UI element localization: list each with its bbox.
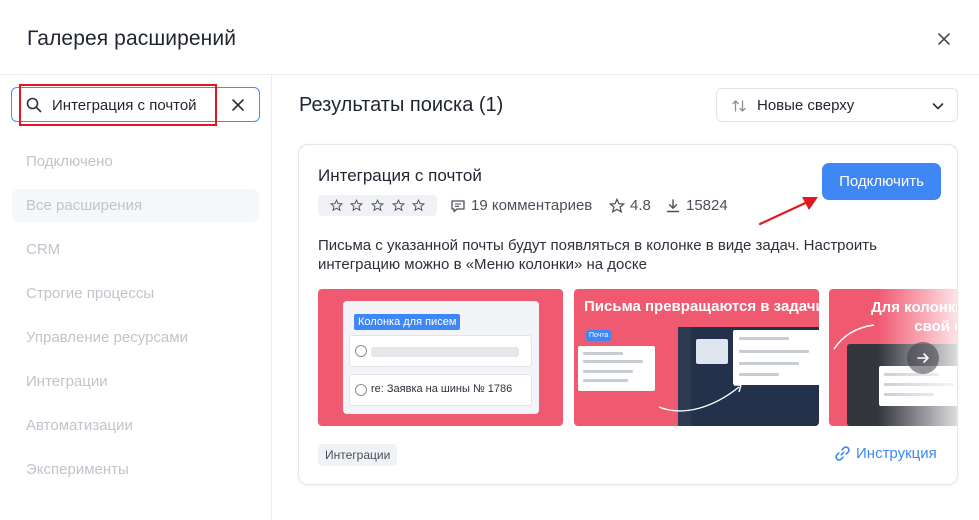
star-icon[interactable] [350, 199, 364, 212]
star-icon [609, 197, 625, 213]
star-icon[interactable] [391, 199, 405, 212]
link-icon [835, 446, 850, 461]
arrow-right-icon[interactable] [916, 351, 930, 365]
task-row-text: re: Заявка на шины № 1786 [371, 383, 513, 395]
comment-icon [451, 199, 465, 212]
placeholder-bar [371, 347, 519, 357]
sidebar-item-crm[interactable]: CRM [12, 233, 259, 266]
comments-count[interactable]: 19 комментариев [450, 197, 592, 214]
sort-selected-label: Новые сверху [757, 97, 855, 114]
search-highlight-annotation [19, 84, 217, 126]
task-row: re: Заявка на шины № 1786 [349, 374, 532, 406]
instruction-label: Инструкция [856, 445, 937, 462]
screenshot-2[interactable]: Письма превращаются в задачи Почта [574, 289, 819, 426]
comments-label: 19 комментариев [471, 197, 593, 214]
task-row-placeholder [349, 335, 532, 367]
screenshots-carousel: Колонка для писем re: Заявка на шины № 1… [318, 289, 957, 427]
dialog-title: Галерея расширений [27, 27, 237, 50]
star-icon[interactable] [370, 199, 384, 212]
column-chip: Колонка для писем [354, 314, 461, 330]
sidebar-item-all-extensions[interactable]: Все расширения [12, 189, 259, 222]
sidebar-item-automations[interactable]: Автоматизации [12, 409, 259, 442]
sidebar-item-strict-processes[interactable]: Строгие процессы [12, 277, 259, 310]
extension-description: Письма с указанной почты будут появлятьс… [318, 237, 877, 273]
chevron-down-icon [932, 103, 944, 110]
downloads-count: 15824 [665, 197, 728, 214]
instruction-link[interactable]: Инструкция [834, 445, 937, 462]
rating-label: 4.8 [630, 197, 651, 214]
sidebar-item-integrations[interactable]: Интеграции [12, 365, 259, 398]
star-rating[interactable] [318, 195, 437, 216]
rating-value: 4.8 [609, 197, 651, 214]
extension-title: Интеграция с почтой [318, 166, 482, 185]
extension-card: Интеграция с почтой 19 комментариев 4.8 … [298, 144, 958, 485]
dialog-header: Галерея расширений [0, 0, 979, 75]
sidebar-item-connected[interactable]: Подключено [12, 145, 259, 178]
download-icon [666, 198, 680, 212]
close-icon[interactable] [937, 32, 951, 46]
screenshot-1[interactable]: Колонка для писем re: Заявка на шины № 1… [318, 289, 563, 426]
sidebar-item-experiments[interactable]: Эксперименты [12, 453, 259, 486]
sort-select[interactable]: Новые сверху [716, 88, 958, 122]
flow-arrow-icon [658, 384, 742, 412]
star-icon[interactable] [412, 199, 426, 212]
category-tag[interactable]: Интеграции [318, 444, 398, 466]
sidebar: Подключено Все расширения CRM Строгие пр… [0, 75, 272, 520]
sort-icon [732, 100, 746, 112]
results-title: Результаты поиска (1) [299, 94, 504, 116]
clear-search-icon[interactable] [230, 97, 246, 113]
close-button[interactable] [932, 27, 956, 51]
check-circle-icon [355, 384, 367, 396]
category-nav: Подключено Все расширения CRM Строгие пр… [12, 145, 259, 497]
column-preview: Колонка для писем re: Заявка на шины № 1… [343, 301, 539, 414]
check-circle-icon [355, 345, 367, 357]
star-icon[interactable] [329, 199, 343, 212]
sidebar-item-resource-management[interactable]: Управление ресурсами [12, 321, 259, 354]
downloads-label: 15824 [686, 197, 728, 214]
connect-button[interactable]: Подключить [822, 163, 941, 200]
carousel-next-button[interactable] [907, 342, 939, 374]
